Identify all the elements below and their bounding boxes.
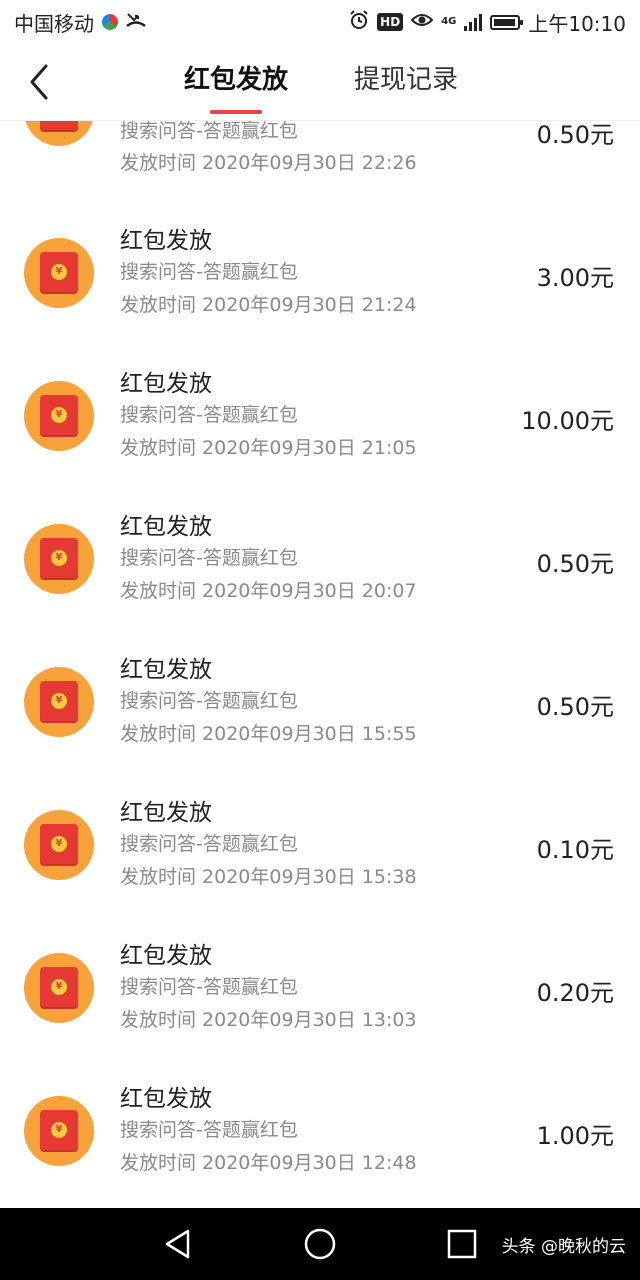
battery-icon: [490, 14, 524, 30]
network-type: 4G: [441, 16, 457, 27]
status-right: HD 4G 上午10:10: [349, 8, 626, 37]
red-envelope-icon: ¥: [24, 953, 94, 1023]
eye-comfort-icon: [410, 12, 434, 33]
list-item[interactable]: ¥ 红包发放 搜索问答-答题赢红包 发放时间 2020年09月30日 20:07…: [0, 503, 640, 646]
red-envelope-icon: ¥: [24, 238, 94, 308]
item-time: 发放时间 2020年09月30日 20:07: [120, 580, 417, 602]
item-amount: 10.00元: [521, 407, 614, 435]
item-time: 发放时间 2020年09月30日 12:48: [120, 1152, 417, 1174]
record-list[interactable]: ¥ 搜索问答-答题赢红包 发放时间 2020年09月30日 22:26 0.50…: [0, 120, 640, 1208]
item-source: 搜索问答-答题赢红包: [120, 833, 298, 855]
item-time: 发放时间 2020年09月30日 13:03: [120, 1009, 417, 1031]
item-title: 红包发放: [120, 943, 212, 969]
nav-recents-button[interactable]: [444, 1226, 480, 1262]
item-time: 发放时间 2020年09月30日 15:55: [120, 723, 417, 745]
list-item[interactable]: ¥ 红包发放 搜索问答-答题赢红包 发放时间 2020年09月30日 15:38…: [0, 789, 640, 932]
nav-bar: 红包发放 提现记录: [0, 44, 640, 121]
system-nav-bar: 头条 @晚秋的云: [0, 1208, 640, 1280]
item-source: 搜索问答-答题赢红包: [120, 1119, 298, 1141]
item-source: 搜索问答-答题赢红包: [120, 120, 298, 142]
item-amount: 0.50元: [536, 693, 614, 721]
item-title: 红包发放: [120, 657, 212, 683]
item-time: 发放时间 2020年09月30日 15:38: [120, 866, 417, 888]
triangle-back-icon: [165, 1229, 190, 1259]
item-title: 红包发放: [120, 1086, 212, 1112]
status-left: 中国移动: [14, 8, 146, 37]
hd-icon: HD: [377, 13, 404, 31]
list-item[interactable]: ¥ 红包发放 搜索问答-答题赢红包 发放时间 2020年09月30日 12:48…: [0, 1075, 640, 1208]
red-envelope-icon: ¥: [24, 1096, 94, 1166]
nav-home-button[interactable]: [302, 1226, 338, 1262]
nav-back-button[interactable]: [160, 1226, 196, 1262]
carrier-label: 中国移动: [14, 11, 94, 36]
item-source: 搜索问答-答题赢红包: [120, 976, 298, 998]
clock: 上午10:10: [528, 11, 626, 36]
back-button[interactable]: [22, 62, 62, 102]
item-title: 红包发放: [120, 800, 212, 826]
list-item[interactable]: ¥ 红包发放 搜索问答-答题赢红包 发放时间 2020年09月30日 21:24…: [0, 217, 640, 360]
item-amount: 3.00元: [536, 264, 614, 292]
item-time: 发放时间 2020年09月30日 21:05: [120, 437, 417, 459]
item-source: 搜索问答-答题赢红包: [120, 261, 298, 283]
item-title: 红包发放: [120, 228, 212, 254]
red-envelope-icon: ¥: [24, 381, 94, 451]
red-envelope-icon: ¥: [24, 524, 94, 594]
item-time: 发放时间 2020年09月30日 21:24: [120, 294, 417, 316]
list-item[interactable]: ¥ 红包发放 搜索问答-答题赢红包 发放时间 2020年09月30日 13:03…: [0, 932, 640, 1075]
item-title: 红包发放: [120, 514, 212, 540]
back-arrow-icon: [30, 64, 48, 100]
item-time: 发放时间 2020年09月30日 22:26: [120, 152, 417, 174]
alarm-icon: [349, 9, 369, 35]
item-source: 搜索问答-答题赢红包: [120, 404, 298, 426]
circle-home-icon: [304, 1228, 336, 1260]
tab-withdraw-records[interactable]: 提现记录: [354, 60, 458, 100]
tab-red-packet-release[interactable]: 红包发放: [184, 60, 288, 114]
item-title: 红包发放: [120, 371, 212, 397]
item-amount: 0.20元: [536, 979, 614, 1007]
list-item[interactable]: ¥ 红包发放 搜索问答-答题赢红包 发放时间 2020年09月30日 21:05…: [0, 360, 640, 503]
status-bar: 中国移动 HD 4G 上午10:10: [0, 0, 640, 44]
item-source: 搜索问答-答题赢红包: [120, 690, 298, 712]
item-amount: 1.00元: [536, 1122, 614, 1150]
item-amount: 0.50元: [536, 550, 614, 578]
item-amount: 0.50元: [536, 121, 614, 149]
watermark: 头条 @晚秋的云: [501, 1237, 626, 1257]
red-envelope-icon: ¥: [24, 667, 94, 737]
square-recents-icon: [447, 1229, 477, 1259]
signal-icon: [464, 13, 483, 31]
item-source: 搜索问答-答题赢红包: [120, 547, 298, 569]
red-envelope-icon: ¥: [24, 810, 94, 880]
missed-call-icon: [126, 11, 146, 34]
item-amount: 0.10元: [536, 836, 614, 864]
app-notification-icon: [102, 14, 118, 30]
list-item[interactable]: ¥ 红包发放 搜索问答-答题赢红包 发放时间 2020年09月30日 15:55…: [0, 646, 640, 789]
red-envelope-icon: ¥: [24, 120, 94, 146]
